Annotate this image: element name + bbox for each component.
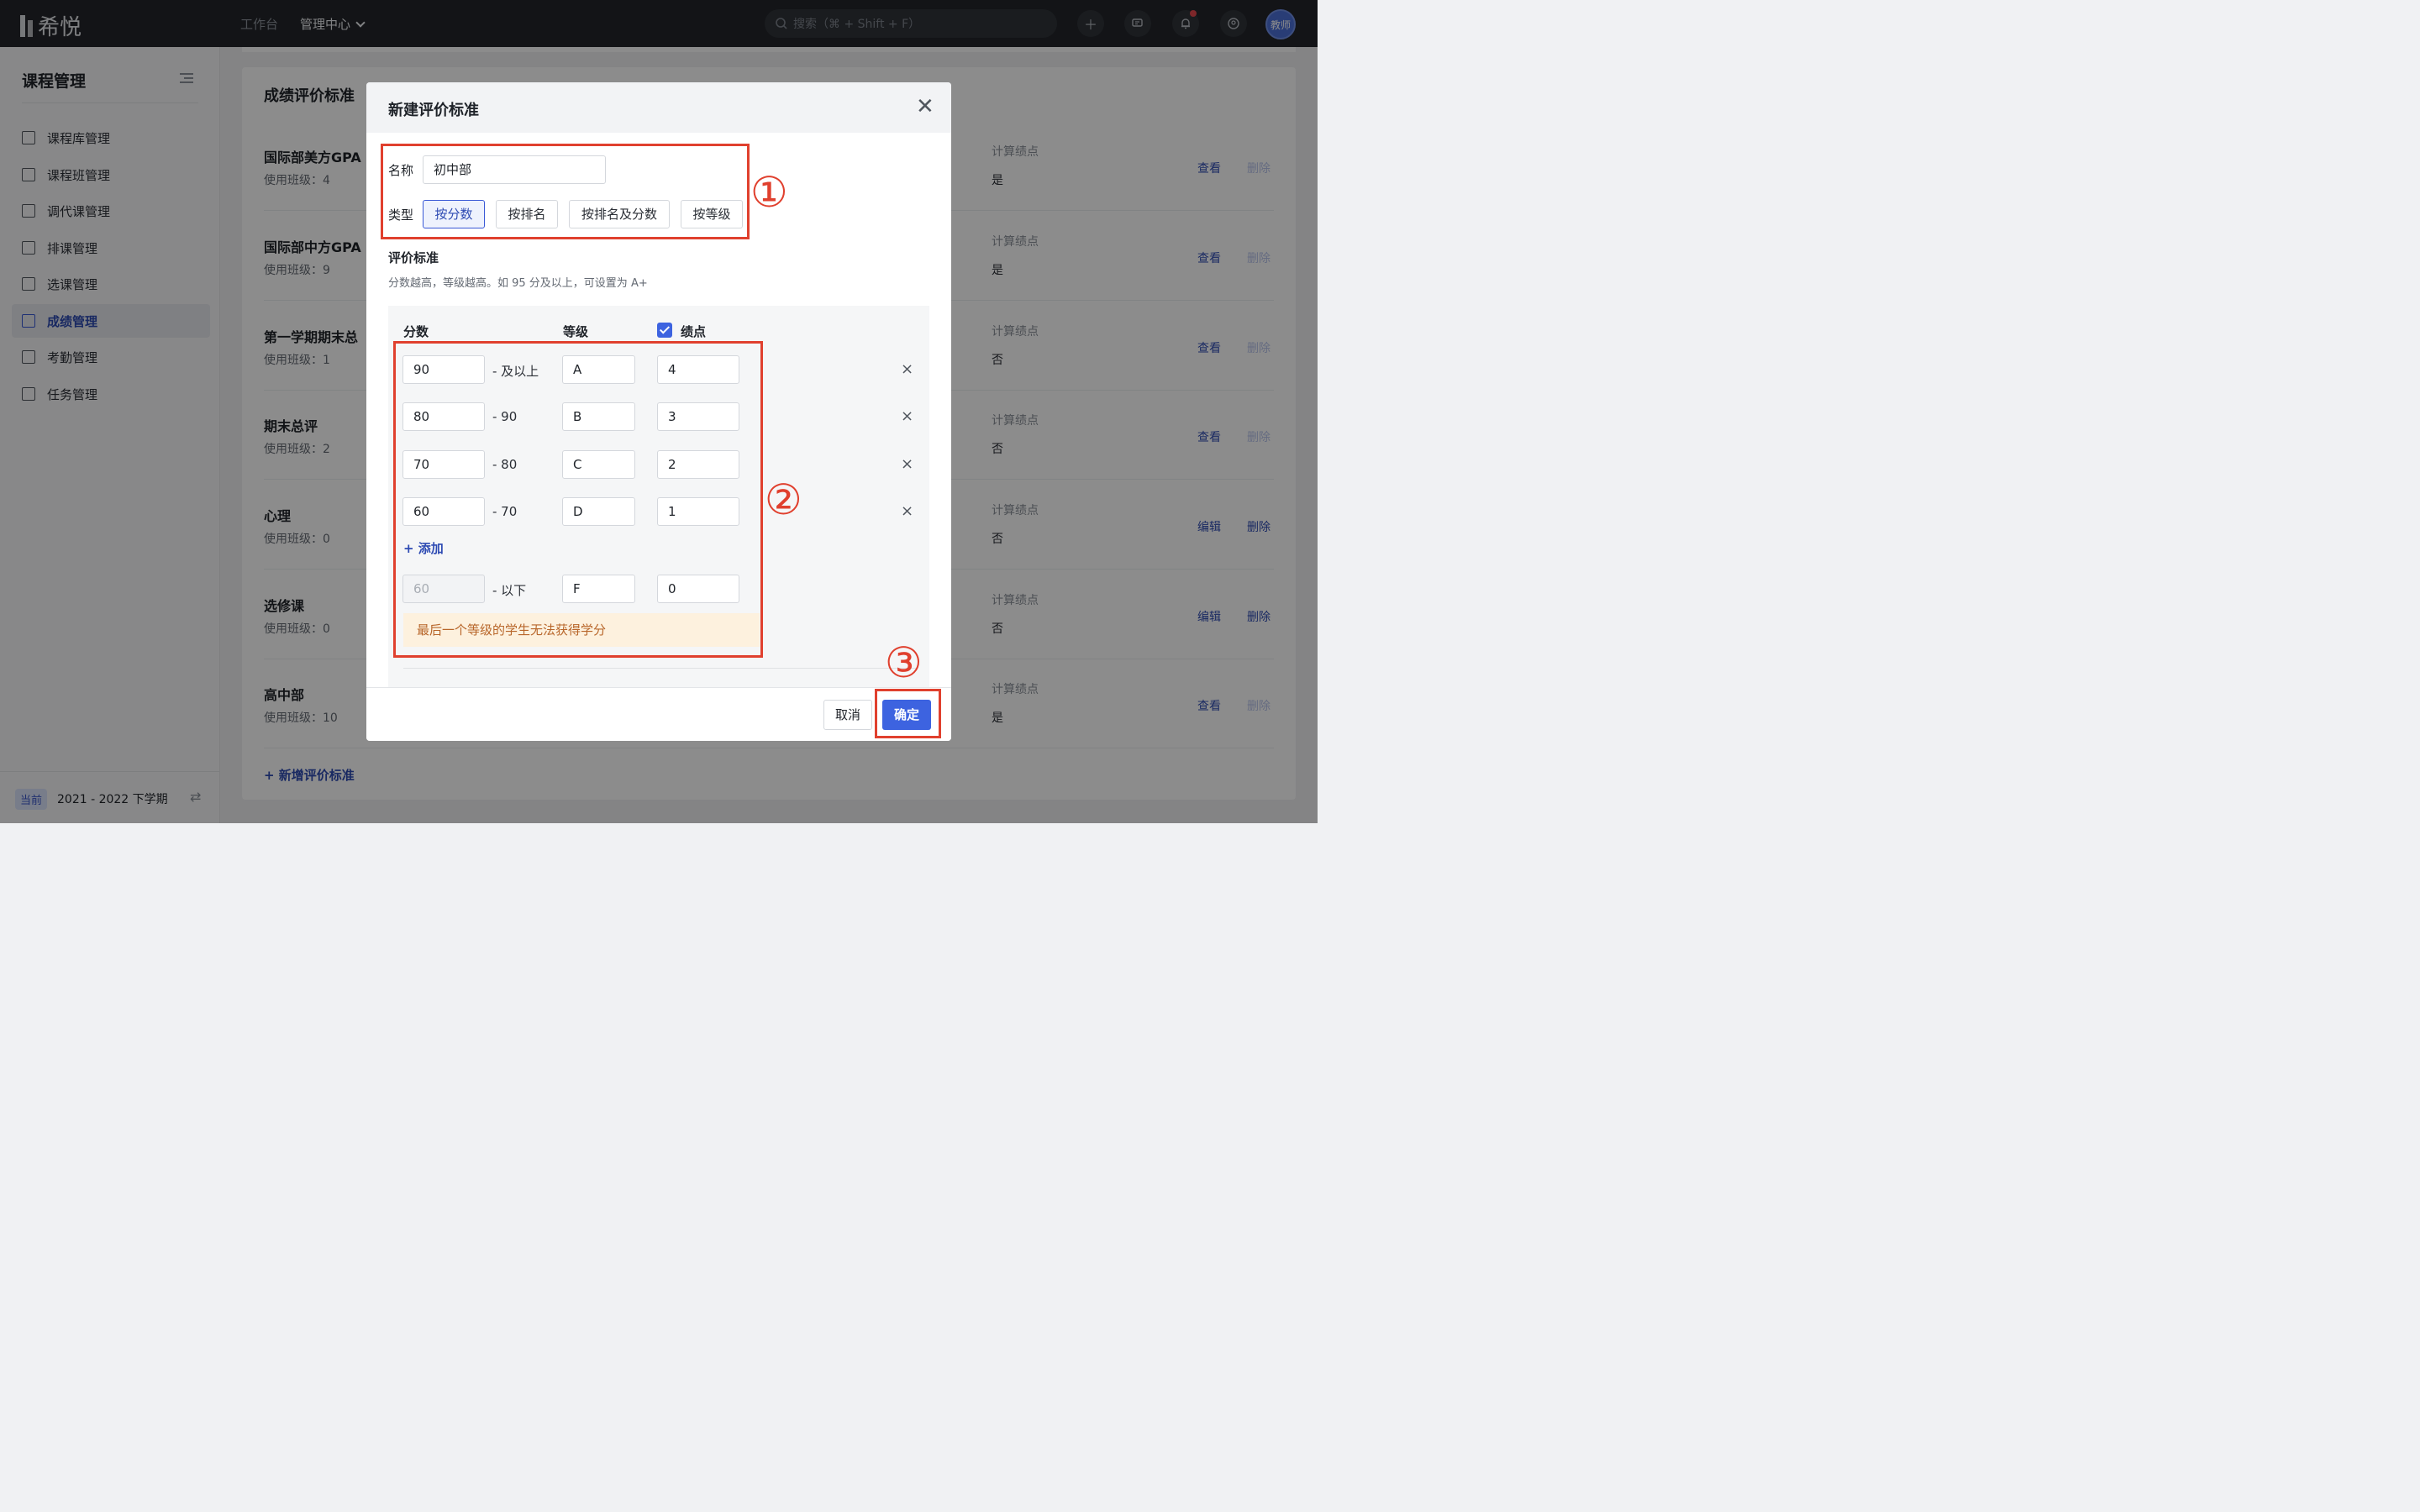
annotation-box-3	[875, 689, 941, 738]
annotation-box-2	[393, 341, 763, 658]
dialog-title: 新建评价标准	[388, 102, 479, 119]
table-divider	[403, 668, 916, 669]
close-icon[interactable]: ✕	[916, 94, 934, 119]
annotation-number-1: ①	[750, 168, 788, 217]
cancel-button[interactable]: 取消	[823, 700, 872, 730]
gpa-checkbox[interactable]	[657, 323, 672, 338]
remove-row-icon[interactable]: ×	[901, 360, 913, 378]
annotation-number-2: ②	[765, 475, 802, 524]
remove-row-icon[interactable]: ×	[901, 455, 913, 473]
column-header-grade: 等级	[563, 324, 589, 339]
annotation-number-3: ③	[885, 638, 923, 687]
annotation-box-1	[381, 144, 750, 239]
column-header-gpa: 绩点	[681, 324, 707, 339]
dialog-footer: 取消 确定	[366, 687, 951, 741]
section-title: 评价标准	[388, 250, 439, 265]
remove-row-icon[interactable]: ×	[901, 407, 913, 425]
remove-row-icon[interactable]: ×	[901, 502, 913, 520]
section-description: 分数越高，等级越高。如 95 分及以上，可设置为 A+	[388, 277, 648, 290]
dialog-header: 新建评价标准 ✕	[366, 82, 951, 133]
column-header-score: 分数	[403, 324, 429, 339]
